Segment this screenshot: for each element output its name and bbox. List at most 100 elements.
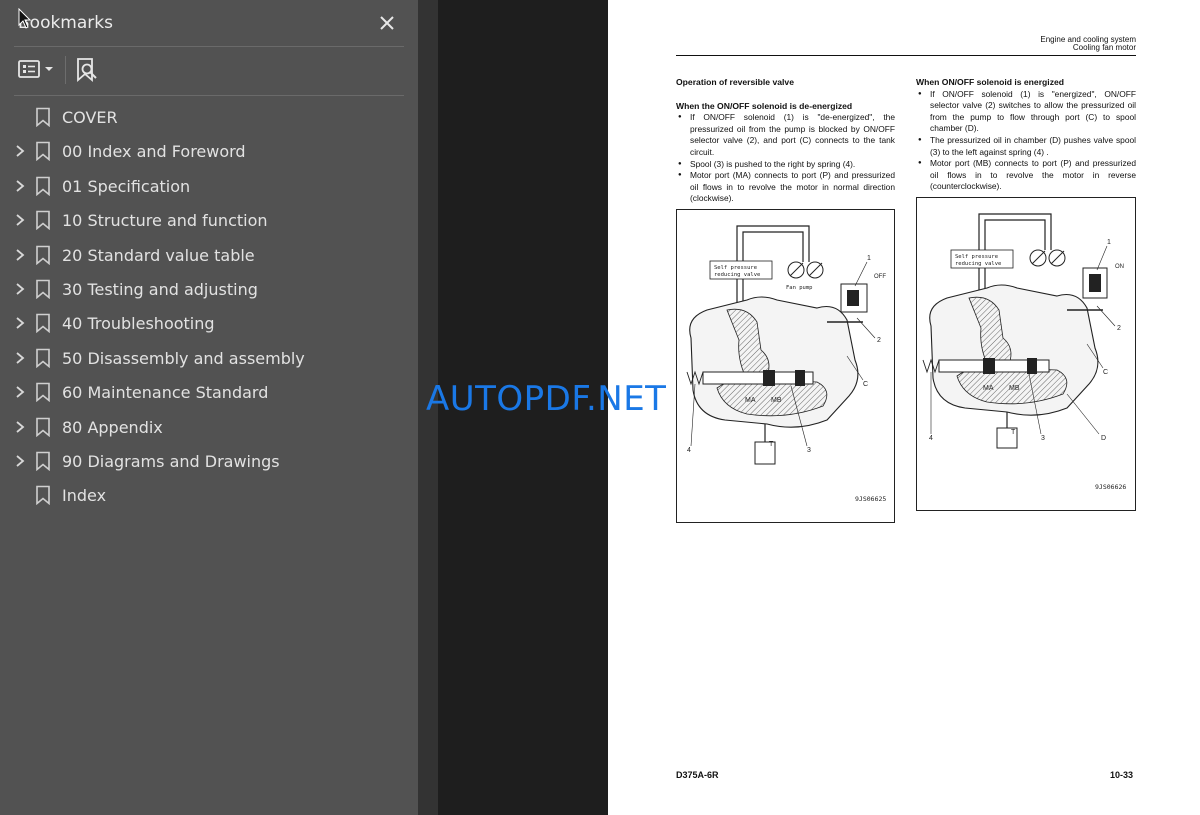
bookmark-icon <box>36 176 50 196</box>
svg-text:MA: MA <box>983 385 994 392</box>
bookmark-label: 10 Structure and function <box>62 211 268 231</box>
bookmark-label: 50 Disassembly and assembly <box>62 348 305 368</box>
bookmark-item[interactable]: 30 Testing and adjusting <box>0 272 418 306</box>
svg-text:MB: MB <box>1009 385 1020 392</box>
svg-text:3: 3 <box>1041 435 1045 442</box>
figure-code: 9JS06625 <box>855 495 887 503</box>
footer-model: D375A-6R <box>676 770 719 780</box>
header-rule <box>676 55 1136 56</box>
chevron-right-icon[interactable] <box>13 144 27 158</box>
bookmark-icon <box>36 382 50 403</box>
list-item: If ON/OFF solenoid (1) is "de-energized"… <box>676 112 895 158</box>
divider <box>14 46 404 47</box>
divider <box>14 95 404 96</box>
svg-text:T: T <box>769 441 774 448</box>
svg-text:MB: MB <box>771 397 782 404</box>
svg-text:3: 3 <box>807 447 811 454</box>
list-item: Motor port (MA) connects to port (P) and… <box>676 170 895 205</box>
valve-diagram-de-energized: Self pressure reducing valve Fan pump P <box>676 209 895 523</box>
left-bullet-list: If ON/OFF solenoid (1) is "de-energized"… <box>676 112 895 205</box>
svg-text:1: 1 <box>867 255 871 262</box>
mouse-cursor-icon <box>18 8 32 29</box>
bookmark-icon <box>36 210 50 231</box>
chevron-right-icon[interactable] <box>13 316 27 330</box>
bookmark-icon <box>36 245 50 265</box>
bookmark-item[interactable]: Index <box>0 478 418 512</box>
bookmark-item[interactable]: COVER <box>0 100 418 134</box>
bookmark-label: 01 Specification <box>62 176 191 196</box>
bookmark-icon <box>36 279 50 299</box>
box-label-1: Self pressure <box>714 265 757 271</box>
watermark: AUTOPDF.NET <box>426 379 667 419</box>
bookmark-item[interactable]: 40 Troubleshooting <box>0 306 418 340</box>
list-item: Spool (3) is pushed to the right by spri… <box>676 159 895 171</box>
bookmark-icon <box>36 348 50 368</box>
bookmark-item[interactable]: 80 Appendix <box>0 410 418 444</box>
page-number: 10-33 <box>1110 770 1134 780</box>
bookmark-icon <box>36 314 50 334</box>
bookmark-label: 80 Appendix <box>62 417 163 437</box>
bookmarks-toolbar <box>0 48 418 94</box>
chevron-right-icon[interactable] <box>13 282 27 296</box>
chevron-right-icon[interactable] <box>13 179 27 193</box>
section-heading: Operation of reversible valve <box>676 77 794 87</box>
pdf-page: Engine and cooling system Cooling fan mo… <box>608 0 1200 815</box>
bookmark-list: COVER 00 Index and Foreword 01 Specificati… <box>0 100 418 513</box>
close-icon <box>380 16 394 30</box>
bookmark-label: 00 Index and Foreword <box>62 142 246 162</box>
chevron-right-icon[interactable] <box>13 248 27 262</box>
svg-text:MA: MA <box>745 397 756 404</box>
panel-header: Bookmarks <box>0 0 418 46</box>
bookmark-icon <box>36 142 50 162</box>
box-label-2: reducing valve <box>714 272 760 278</box>
list-item: If ON/OFF solenoid (1) is "energized", O… <box>916 89 1136 135</box>
svg-text:2: 2 <box>1117 325 1121 332</box>
page-header-topic: Cooling fan motor <box>1072 43 1136 52</box>
find-bookmark-button[interactable] <box>74 56 100 84</box>
right-subheading: When ON/OFF solenoid is energized <box>916 77 1065 87</box>
view-options-button[interactable] <box>16 57 58 83</box>
left-subheading: When the ON/OFF solenoid is de-energized <box>676 100 853 111</box>
svg-text:C: C <box>1103 369 1108 376</box>
valve-diagram-energized: Self pressure reducing valve P ON T MA <box>916 197 1136 511</box>
bookmark-icon <box>36 451 50 471</box>
list-item: Motor port (MB) connects to port (P) and… <box>916 158 1136 193</box>
bookmark-item[interactable]: 20 Standard value table <box>0 238 418 272</box>
bookmark-icon <box>36 485 50 506</box>
bookmark-item[interactable]: 00 Index and Foreword <box>0 134 418 168</box>
figure-code: 9JS06626 <box>1095 483 1127 491</box>
state-label: ON <box>1115 264 1124 270</box>
chevron-right-icon[interactable] <box>13 351 27 365</box>
panel-title: Bookmarks <box>18 13 113 33</box>
bookmark-label: 40 Troubleshooting <box>62 314 215 334</box>
bookmark-item[interactable]: 50 Disassembly and assembly <box>0 341 418 375</box>
close-panel-button[interactable] <box>376 12 398 34</box>
box-label-1: Self pressure <box>955 254 998 260</box>
find-bookmark-icon <box>77 58 97 82</box>
left-column: Operation of reversible valve When the O… <box>676 77 895 205</box>
valve-cross-section: Self pressure reducing valve P ON T MA <box>922 213 1124 449</box>
bookmark-item[interactable]: 10 Structure and function <box>0 203 418 237</box>
chevron-right-icon[interactable] <box>13 213 27 227</box>
bookmark-label: Index <box>62 486 107 506</box>
svg-text:4: 4 <box>929 435 933 442</box>
pump-label: Fan pump <box>786 285 813 291</box>
state-label: OFF <box>874 274 886 280</box>
bookmark-item[interactable]: 60 Maintenance Standard <box>0 375 418 409</box>
bookmark-label: 30 Testing and adjusting <box>62 279 258 299</box>
svg-text:2: 2 <box>877 337 881 344</box>
svg-text:T: T <box>1011 429 1016 436</box>
bookmark-item[interactable]: 01 Specification <box>0 169 418 203</box>
chevron-right-icon[interactable] <box>13 385 27 399</box>
svg-text:D: D <box>1101 435 1106 442</box>
chevron-right-icon[interactable] <box>13 420 27 434</box>
svg-text:4: 4 <box>687 447 691 454</box>
right-column: When ON/OFF solenoid is energized If ON/… <box>916 77 1136 193</box>
bookmark-label: 60 Maintenance Standard <box>62 383 269 403</box>
right-bullet-list: If ON/OFF solenoid (1) is "energized", O… <box>916 89 1136 193</box>
svg-text:1: 1 <box>1107 239 1111 246</box>
bookmark-label: 20 Standard value table <box>62 245 255 265</box>
bookmarks-panel: Bookmarks COVER 00 Index and Foreword 01… <box>0 0 418 815</box>
bookmark-item[interactable]: 90 Diagrams and Drawings <box>0 444 418 478</box>
chevron-right-icon[interactable] <box>13 454 27 468</box>
